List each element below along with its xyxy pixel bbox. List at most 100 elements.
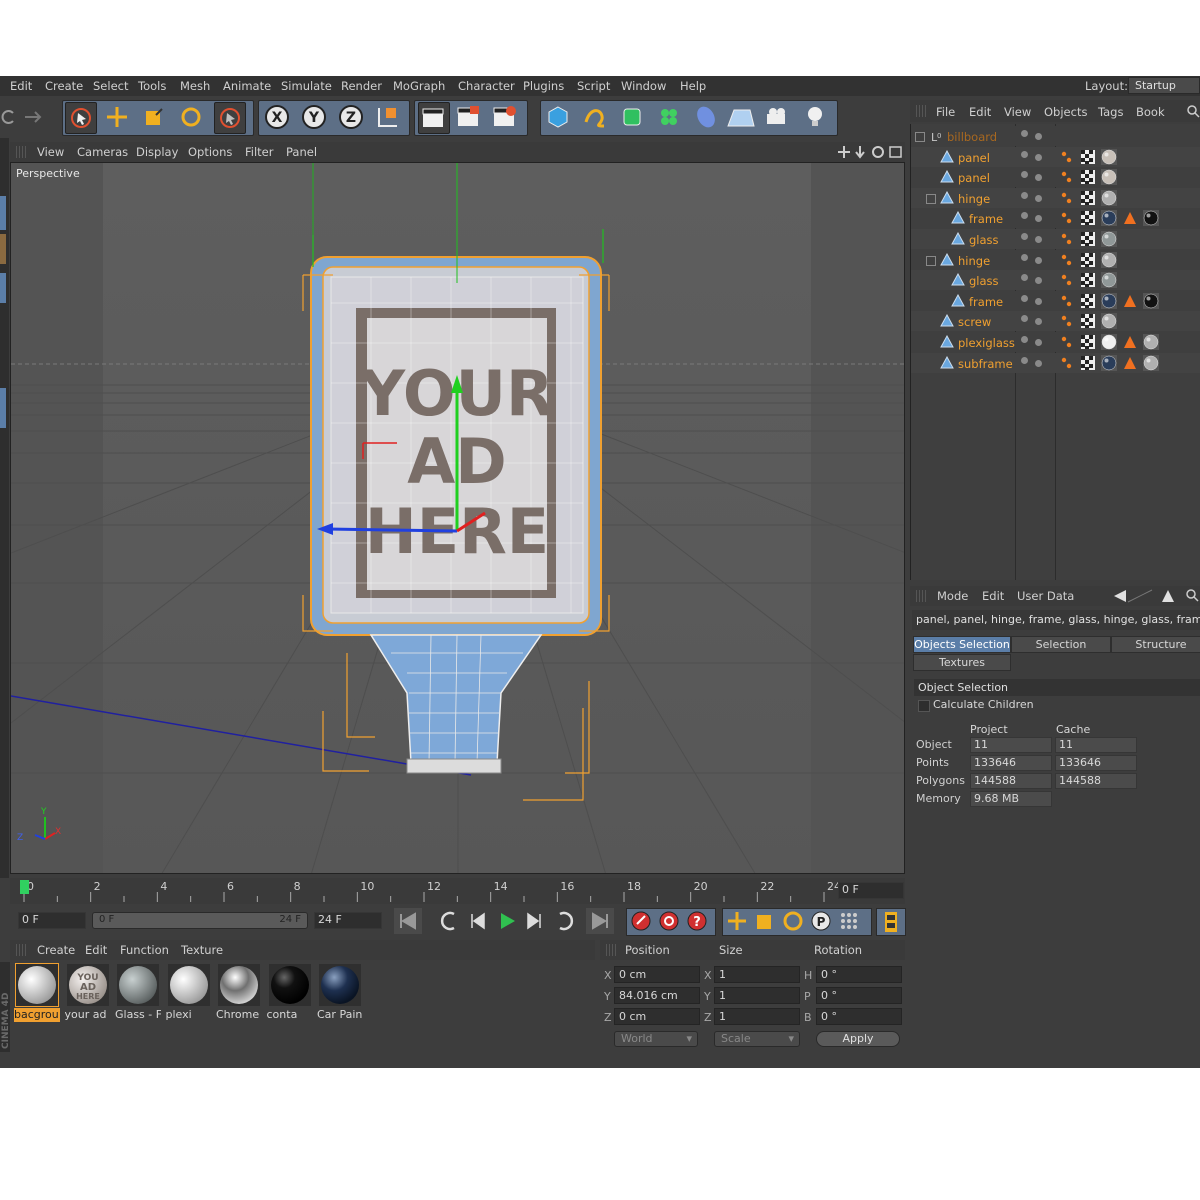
render-visibility-dot[interactable] [1035, 133, 1042, 140]
render-visibility-dot[interactable] [1035, 174, 1042, 182]
editor-visibility-dot[interactable] [1021, 336, 1028, 343]
object-name[interactable]: subframe [958, 357, 1013, 371]
z-axis-icon[interactable]: Z [336, 102, 366, 132]
editor-visibility-dot[interactable] [1021, 233, 1028, 240]
camera-icon[interactable] [763, 102, 793, 132]
checker-tag-icon[interactable] [1080, 190, 1096, 206]
tab-objects-selection[interactable]: Objects Selection [913, 636, 1011, 653]
warning-tag-icon[interactable] [1122, 210, 1138, 226]
editor-visibility-dot[interactable] [1021, 253, 1028, 261]
mat-menu-texture[interactable]: Texture [181, 943, 223, 957]
world-coordinate-icon[interactable] [373, 102, 403, 132]
menu-edit[interactable]: Edit [10, 79, 32, 93]
object-name[interactable]: hinge [958, 192, 990, 206]
scheme-button[interactable] [876, 908, 906, 936]
object-row[interactable]: panel [911, 167, 1200, 188]
editor-visibility-dot[interactable] [1021, 356, 1028, 364]
warning-tag-icon[interactable] [1122, 293, 1138, 309]
vp-menu-view[interactable]: View [37, 145, 64, 159]
menu-select[interactable]: Select [93, 79, 128, 93]
current-frame-field[interactable]: 0 F [838, 882, 904, 899]
cloner-icon[interactable] [654, 102, 684, 132]
light-icon[interactable] [800, 102, 830, 132]
menu-window[interactable]: Window [621, 79, 666, 93]
material-chrome-tag-icon[interactable] [1143, 354, 1159, 371]
menu-simulate[interactable]: Simulate [281, 79, 332, 93]
spline-pen-icon[interactable] [580, 102, 610, 132]
object-row[interactable]: frame [911, 208, 1200, 229]
object-row[interactable]: frame [911, 290, 1200, 311]
checker-tag-icon[interactable] [1080, 313, 1096, 329]
editor-visibility-dot[interactable] [1021, 150, 1028, 158]
go-to-end-icon[interactable] [586, 908, 616, 934]
checker-tag-icon[interactable] [1080, 231, 1096, 247]
object-row[interactable]: L 0 billboard [911, 126, 1200, 146]
tree-expander-icon[interactable] [915, 132, 925, 142]
calculate-children-checkbox[interactable] [918, 700, 930, 712]
menu-render[interactable]: Render [341, 79, 382, 93]
material-blue-tag-icon[interactable] [1101, 210, 1117, 227]
key-point-level-icon[interactable] [838, 910, 862, 934]
render-visibility-dot[interactable] [1035, 359, 1042, 367]
coordinate-system-dropdown[interactable]: World ▾ [614, 1031, 698, 1047]
om-menu-tags[interactable]: Tags [1098, 105, 1123, 119]
phong-tag-icon[interactable] [1059, 169, 1075, 185]
playhead-marker[interactable] [20, 880, 29, 894]
scale-icon[interactable] [139, 102, 169, 132]
menu-plugins[interactable]: Plugins [523, 79, 564, 93]
am-menu-edit[interactable]: Edit [982, 589, 1004, 603]
warning-tag-icon[interactable] [1122, 355, 1138, 371]
y-axis-icon[interactable]: Y [299, 102, 329, 132]
material-chrome-tag-icon[interactable] [1101, 189, 1117, 206]
material-swatch[interactable]: bacgrou [14, 963, 60, 1022]
preview-range-slider[interactable]: 0 F 24 F [92, 912, 308, 929]
next-key-icon[interactable] [550, 908, 580, 934]
timeline-ruler[interactable]: 0 2 4 6 8 10 12 14 16 18 20 22 24 0 F [10, 878, 905, 904]
editor-visibility-dot[interactable] [1021, 130, 1028, 137]
object-name[interactable]: hinge [958, 254, 990, 268]
material-swatch[interactable]: Car Pain [317, 964, 363, 1022]
record-active-icon[interactable] [630, 910, 654, 934]
vp-menu-options[interactable]: Options [188, 145, 232, 159]
recent-tool-icon[interactable] [214, 102, 246, 134]
editor-visibility-dot[interactable] [1021, 191, 1028, 199]
render-settings-icon[interactable] [490, 102, 520, 132]
phong-tag-icon[interactable] [1059, 231, 1075, 247]
rotation-h-field[interactable]: 0 ° [816, 966, 902, 983]
position-x-field[interactable]: 0 cm [614, 966, 700, 983]
floor-icon[interactable] [726, 102, 756, 132]
object-name[interactable]: billboard [947, 130, 997, 144]
object-row[interactable]: panel [911, 146, 1200, 167]
render-visibility-dot[interactable] [1035, 153, 1042, 161]
palette-polygons-icon[interactable] [0, 388, 6, 428]
render-visibility-dot[interactable] [1035, 256, 1042, 264]
editor-visibility-dot[interactable] [1021, 212, 1028, 220]
vp-menu-filter[interactable]: Filter [245, 145, 273, 159]
checker-tag-icon[interactable] [1080, 355, 1096, 371]
am-menu-mode[interactable]: Mode [937, 589, 968, 603]
subdivision-icon[interactable] [617, 102, 647, 132]
layout-dropdown[interactable]: Startup [1128, 77, 1200, 94]
rotation-p-field[interactable]: 0 ° [816, 987, 902, 1004]
menu-mograph[interactable]: MoGraph [393, 79, 445, 93]
render-picture-viewer-icon[interactable] [454, 102, 484, 132]
material-swatch[interactable]: conta [267, 964, 313, 1022]
phong-tag-icon[interactable] [1059, 334, 1075, 350]
deformer-icon[interactable] [691, 102, 721, 132]
material-swatch[interactable]: YOU AD HERE your ad [65, 964, 111, 1022]
size-x-field[interactable]: 1 [714, 966, 800, 983]
next-frame-icon[interactable] [520, 908, 550, 934]
vp-menu-panel[interactable]: Panel [286, 145, 317, 159]
phong-tag-icon[interactable] [1059, 272, 1075, 288]
material-panel-tag-icon[interactable] [1101, 148, 1117, 165]
menu-tools[interactable]: Tools [138, 79, 166, 93]
phong-tag-icon[interactable] [1059, 210, 1075, 226]
render-view-icon[interactable] [418, 102, 450, 134]
object-row[interactable]: glass [911, 270, 1200, 291]
size-y-field[interactable]: 1 [714, 987, 800, 1004]
editor-visibility-dot[interactable] [1021, 294, 1028, 302]
mat-menu-function[interactable]: Function [120, 943, 169, 957]
x-axis-icon[interactable]: X [262, 102, 292, 132]
object-name[interactable]: screw [958, 315, 991, 329]
object-row[interactable]: hinge [911, 249, 1200, 270]
